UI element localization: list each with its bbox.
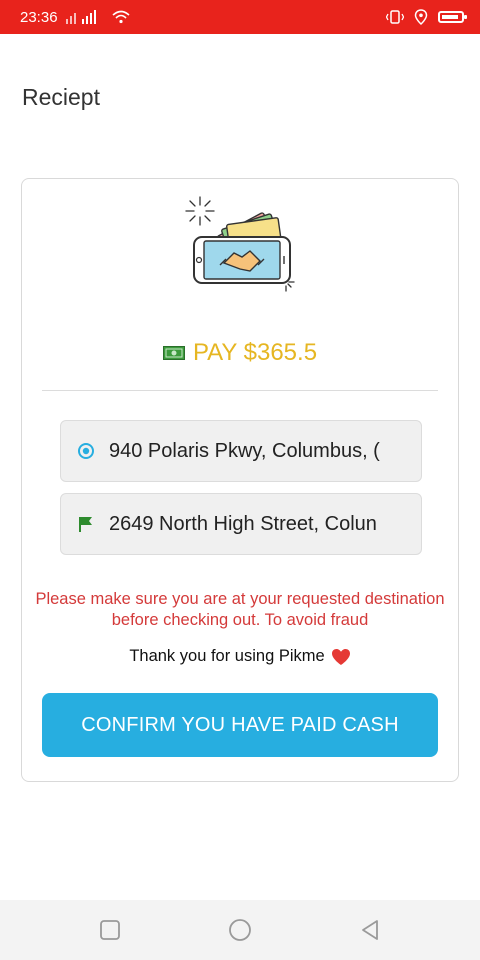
confirm-paid-cash-button[interactable]: CONFIRM YOU HAVE PAID CASH bbox=[42, 693, 438, 757]
location-target-icon bbox=[78, 443, 94, 459]
pickup-address-text: 940 Polaris Pkwy, Columbus, ( bbox=[109, 439, 380, 462]
flag-icon bbox=[79, 517, 92, 532]
divider bbox=[42, 390, 438, 391]
thanks-message: Thank you for using Pikme bbox=[22, 647, 458, 666]
vibrate-icon bbox=[386, 10, 404, 24]
cash-payment-illustration-icon bbox=[185, 196, 295, 292]
wifi-icon bbox=[112, 10, 130, 24]
pickup-address-field[interactable]: 940 Polaris Pkwy, Columbus, ( bbox=[60, 420, 422, 482]
thanks-text: Thank you for using Pikme bbox=[129, 647, 325, 665]
fraud-warning-text: Please make sure you are at your request… bbox=[35, 590, 445, 629]
status-time: 23:36 bbox=[20, 8, 58, 26]
square-icon[interactable] bbox=[98, 918, 122, 942]
page-title: Reciept bbox=[22, 84, 100, 110]
location-status-icon bbox=[414, 9, 428, 25]
status-bar: 23:36 bbox=[0, 0, 480, 34]
circle-icon[interactable] bbox=[228, 918, 252, 942]
dropoff-address-text: 2649 North High Street, Colun bbox=[109, 512, 377, 535]
money-icon bbox=[162, 346, 185, 360]
pay-amount-label: PAY $365.5 bbox=[192, 339, 318, 366]
system-nav-bar bbox=[0, 900, 480, 960]
heart-icon bbox=[331, 648, 350, 665]
triangle-back-icon[interactable] bbox=[358, 918, 382, 942]
pay-amount: PAY $365.5 bbox=[22, 339, 458, 367]
battery-icon bbox=[438, 11, 467, 23]
receipt-card: PAY $365.5 940 Polaris Pkwy, Columbus, (… bbox=[21, 178, 459, 782]
signal-icon bbox=[65, 10, 96, 24]
dropoff-address-field[interactable]: 2649 North High Street, Colun bbox=[60, 493, 422, 555]
